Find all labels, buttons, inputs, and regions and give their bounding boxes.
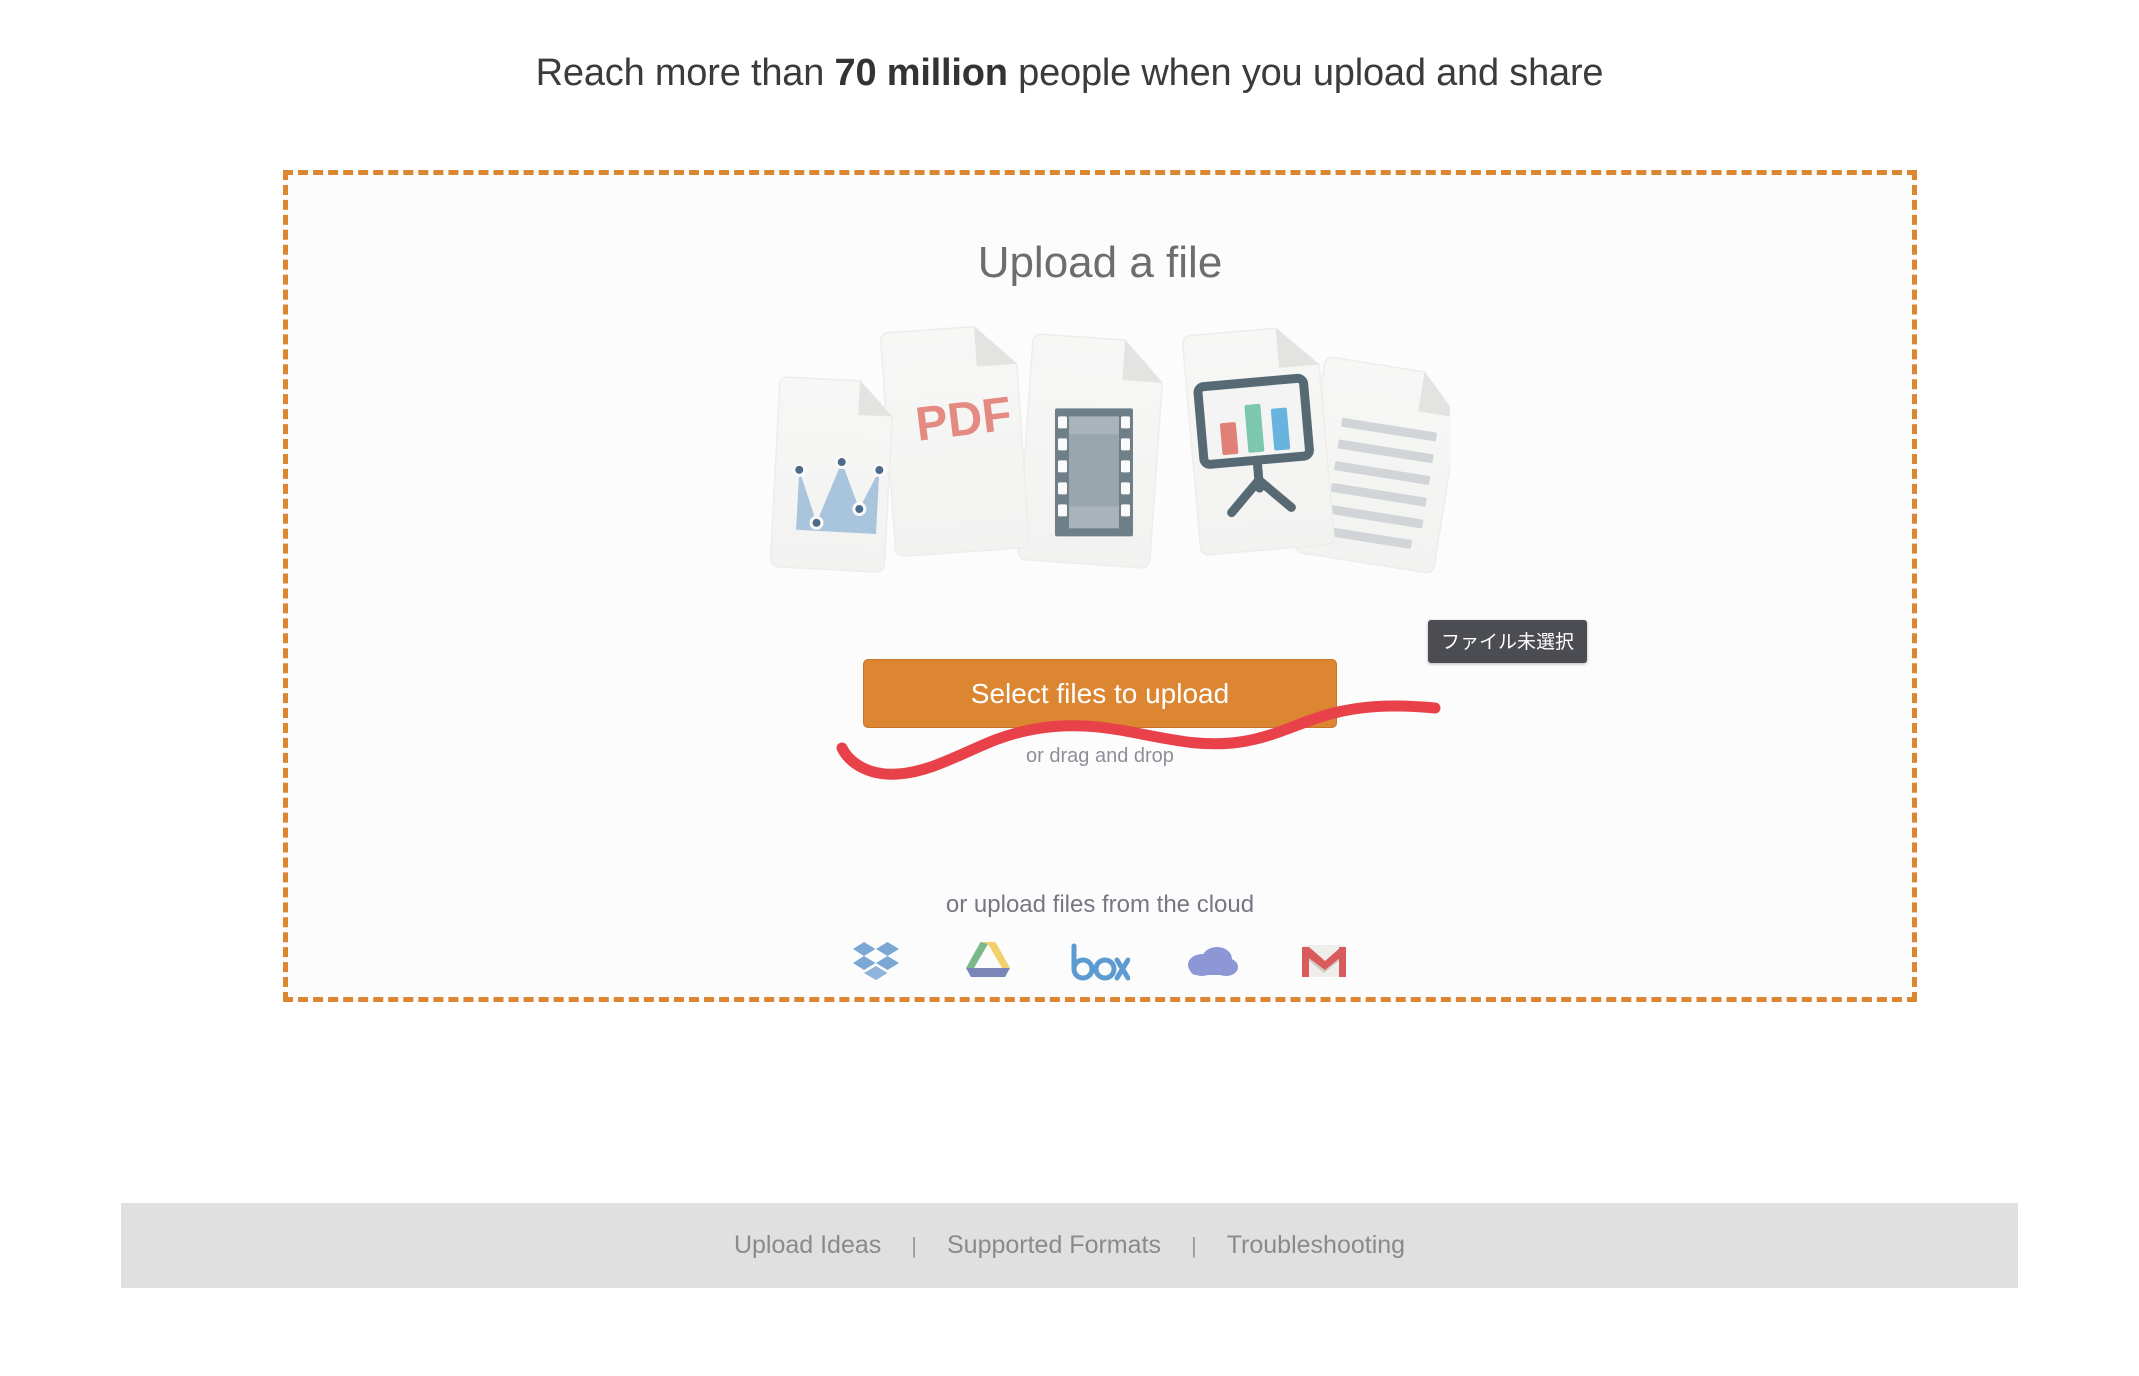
gmail-icon[interactable] — [1293, 935, 1355, 987]
footer-separator-1: | — [911, 1232, 917, 1258]
file-selection-tooltip: ファイル未選択 — [1428, 620, 1588, 663]
footer-link-supported-formats[interactable]: Supported Formats — [947, 1231, 1161, 1260]
footer-link-upload-ideas[interactable]: Upload Ideas — [734, 1231, 881, 1260]
footer-link-troubleshooting[interactable]: Troubleshooting — [1227, 1231, 1405, 1260]
dropzone-title: Upload a file — [977, 238, 1223, 287]
footer-bar: Upload Ideas | Supported Formats | Troub… — [121, 1203, 2018, 1288]
select-files-button[interactable]: Select files to upload — [863, 659, 1337, 728]
doc-film — [1017, 333, 1164, 569]
onedrive-icon[interactable] — [1181, 935, 1243, 987]
headline-prefix: Reach more than — [535, 52, 835, 94]
doc-pdf: PDF — [880, 325, 1030, 557]
file-types-illustration: PDF — [750, 320, 1459, 600]
upload-dropzone[interactable]: Upload a file PDF Select files to upload… — [283, 170, 1917, 1002]
box-icon[interactable] — [1069, 935, 1131, 987]
cloud-services-row — [288, 935, 1912, 987]
drag-and-drop-hint: or drag and drop — [1026, 745, 1174, 767]
google-drive-icon[interactable] — [957, 935, 1019, 987]
page-headline: Reach more than 70 million people when y… — [0, 52, 2139, 95]
cloud-upload-hint: or upload files from the cloud — [945, 891, 1255, 918]
footer-separator-2: | — [1190, 1232, 1197, 1258]
dropbox-icon[interactable] — [845, 935, 907, 987]
headline-emphasis: 70 million — [834, 52, 1008, 94]
doc-chart — [769, 376, 893, 573]
headline-suffix: people when you upload and share — [1007, 52, 1604, 94]
doc-presentation — [1181, 327, 1335, 556]
